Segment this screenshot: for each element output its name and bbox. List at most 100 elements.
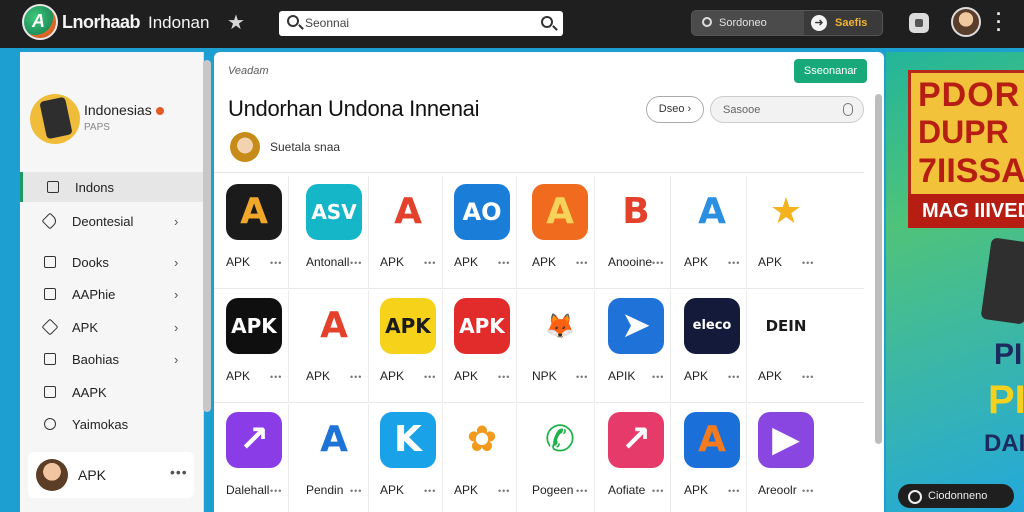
a-icon[interactable]: A [306, 298, 362, 354]
flower-icon[interactable]: ✿ [454, 412, 510, 468]
ad-banner[interactable]: PDOR DUPR 7IISSA MAG IIIVED PI PI DAI Ci… [886, 52, 1024, 512]
sidebar-item-aapk[interactable]: AAPK [20, 377, 204, 407]
more-options-icon[interactable]: ••• [424, 258, 436, 268]
more-options-icon[interactable]: ••• [728, 258, 740, 268]
more-options-icon[interactable]: ••• [652, 486, 664, 496]
more-options-icon[interactable]: ••• [270, 486, 282, 496]
app-tile[interactable]: ✆ Pogeen ••• [520, 404, 595, 512]
app-tile[interactable]: ↗ Aofiate ••• [596, 404, 671, 512]
a-icon[interactable]: A [532, 184, 588, 240]
content-search-input[interactable]: Sasooe [710, 96, 864, 123]
b-icon[interactable]: B [608, 184, 664, 240]
user-avatar[interactable] [951, 7, 981, 37]
more-options-icon[interactable]: ••• [802, 486, 814, 496]
author-avatar[interactable] [230, 132, 260, 162]
logo[interactable]: A [22, 4, 58, 40]
app-tile[interactable]: B Anooine ••• [596, 176, 671, 288]
app-tile[interactable]: K APK ••• [368, 404, 443, 512]
more-options-icon[interactable]: ••• [350, 258, 362, 268]
app-tile[interactable]: AO APK ••• [442, 176, 517, 288]
app-tile[interactable]: A APK ••• [294, 290, 369, 402]
apk-icon[interactable]: APK [454, 298, 510, 354]
pen-icon[interactable]: A [306, 412, 362, 468]
sidebar-user-card[interactable]: APK ••• [28, 452, 194, 498]
app-tile[interactable]: APK APK ••• [368, 290, 443, 402]
asv-icon[interactable]: ASV [306, 184, 362, 240]
apk-icon[interactable]: APK [226, 298, 282, 354]
more-options-icon[interactable]: ••• [498, 372, 510, 382]
app-tile[interactable]: ➤ APIK ••• [596, 290, 671, 402]
app-tile[interactable]: 🦊 NPK ••• [520, 290, 595, 402]
a-icon[interactable]: A [684, 412, 740, 468]
app-tile[interactable]: A Pendin ••• [294, 404, 369, 512]
phone-icon[interactable]: ✆ [532, 412, 588, 468]
app-tile[interactable]: APK APK ••• [442, 290, 517, 402]
breadcrumb[interactable]: Veadam [228, 65, 269, 77]
account-pill[interactable]: Sordoneo ➜ Saefis [691, 10, 883, 36]
sidebar-item-indons[interactable]: Indons [20, 172, 204, 202]
app-tile[interactable]: A APK ••• [672, 176, 747, 288]
profile-avatar[interactable] [30, 94, 80, 144]
app-tile[interactable]: ASV Antonall ••• [294, 176, 369, 288]
star-icon[interactable]: ★ [758, 184, 814, 240]
filter-chip[interactable]: Dseo › [646, 96, 704, 123]
more-options-icon[interactable]: ••• [802, 372, 814, 382]
sidebar-item-dooks[interactable]: Dooks › [20, 247, 204, 277]
more-options-icon[interactable]: ••• [652, 372, 664, 382]
pill-action-label[interactable]: Saefis [835, 17, 867, 29]
more-options-icon[interactable]: ••• [270, 258, 282, 268]
search-input[interactable]: Seonnai [279, 11, 563, 36]
sidebar-item-yaimokas[interactable]: Yaimokas [20, 409, 204, 439]
app-tile[interactable]: ▶ Areoolr ••• [746, 404, 821, 512]
star-icon[interactable]: ★ [227, 10, 245, 35]
more-options-icon[interactable]: ••• [802, 258, 814, 268]
paper-plane-icon[interactable]: ➤ [608, 298, 664, 354]
more-menu-icon[interactable]: · · · [995, 5, 1003, 39]
more-options-icon[interactable]: ••• [424, 372, 436, 382]
eleco-icon[interactable]: eleco [684, 298, 740, 354]
sidebar-item-baohias[interactable]: Baohias › [20, 344, 204, 374]
play-icon[interactable]: ▶ [758, 412, 814, 468]
apk-icon[interactable]: APK [380, 298, 436, 354]
mascot-icon[interactable]: 🦊 [532, 298, 588, 354]
sidebar-scrollbar[interactable] [203, 60, 211, 412]
settings-icon[interactable] [909, 13, 929, 33]
more-options-icon[interactable]: ••• [576, 258, 588, 268]
sidebar-item-deontesial[interactable]: Deontesial › [20, 206, 204, 236]
arrow-right-icon[interactable]: ➜ [811, 15, 827, 31]
burst-icon[interactable]: DEIN [758, 298, 814, 354]
ao-icon[interactable]: AO [454, 184, 510, 240]
more-options-icon[interactable]: ••• [350, 372, 362, 382]
app-tile[interactable]: DEIN APK ••• [746, 290, 821, 402]
more-options-icon[interactable]: ••• [728, 486, 740, 496]
more-options-icon[interactable]: ••• [576, 486, 588, 496]
more-options-icon[interactable]: ••• [350, 486, 362, 496]
more-options-icon[interactable]: ••• [576, 372, 588, 382]
more-options-icon[interactable]: ••• [170, 464, 188, 480]
banner-cta-button[interactable]: Ciodonneno [898, 484, 1014, 508]
app-tile[interactable]: ✿ APK ••• [442, 404, 517, 512]
main-scrollbar[interactable] [875, 94, 882, 444]
a-icon[interactable]: A [684, 184, 740, 240]
app-tile[interactable]: eleco APK ••• [672, 290, 747, 402]
sidebar-item-apk[interactable]: APK › [20, 312, 204, 342]
more-options-icon[interactable]: ••• [652, 258, 664, 268]
app-tile[interactable]: A APK ••• [672, 404, 747, 512]
app-tile[interactable]: ★ APK ••• [746, 176, 821, 288]
sidebar-item-aaphie[interactable]: AAPhie › [20, 279, 204, 309]
more-options-icon[interactable]: ••• [498, 258, 510, 268]
primary-action-button[interactable]: Sseonanar [794, 59, 867, 83]
k-icon[interactable]: K [380, 412, 436, 468]
shape-icon[interactable]: ↗ [608, 412, 664, 468]
more-options-icon[interactable]: ••• [270, 372, 282, 382]
app-tile[interactable]: A APK ••• [214, 176, 289, 288]
a-icon[interactable]: A [380, 184, 436, 240]
microphone-icon[interactable] [843, 103, 853, 116]
a-icon[interactable]: A [226, 184, 282, 240]
more-options-icon[interactable]: ••• [424, 486, 436, 496]
app-tile[interactable]: APK APK ••• [214, 290, 289, 402]
app-tile[interactable]: A APK ••• [368, 176, 443, 288]
arrow-icon[interactable]: ↗ [226, 412, 282, 468]
app-tile[interactable]: A APK ••• [520, 176, 595, 288]
more-options-icon[interactable]: ••• [498, 486, 510, 496]
